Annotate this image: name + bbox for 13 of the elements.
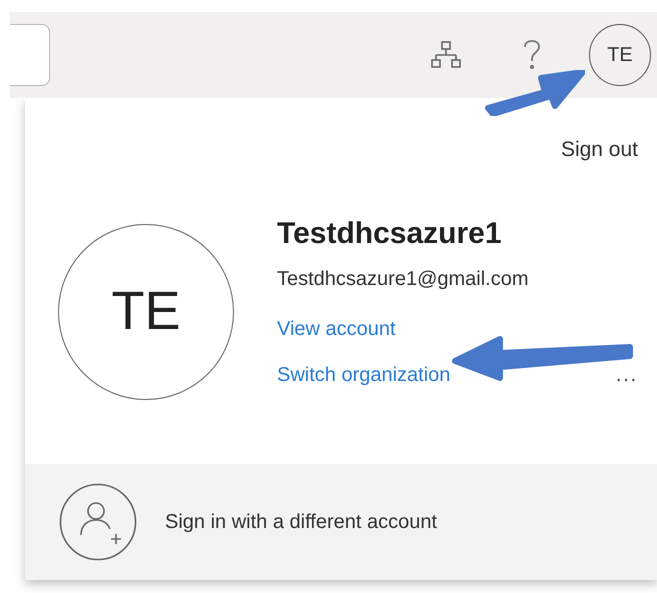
account-link[interactable]: View account: [277, 316, 396, 342]
account-link[interactable]: Switch organization: [277, 362, 450, 388]
add-person-icon[interactable]: [59, 482, 137, 561]
avatar: TE: [58, 224, 234, 400]
avatar-button[interactable]: TE: [589, 24, 651, 86]
sign-out-link[interactable]: Sign out: [560, 134, 638, 166]
help-icon[interactable]: [523, 40, 541, 70]
more-button[interactable]: ···: [615, 362, 637, 394]
sign-in-different-account-link[interactable]: Sign in with a different account: [165, 506, 438, 537]
org-chart-icon[interactable]: [431, 41, 461, 69]
account-email: Testdhcsazure1@gmail.com: [277, 266, 529, 292]
account-name: Testdhcsazure1: [277, 216, 503, 252]
search-field[interactable]: [10, 24, 50, 86]
